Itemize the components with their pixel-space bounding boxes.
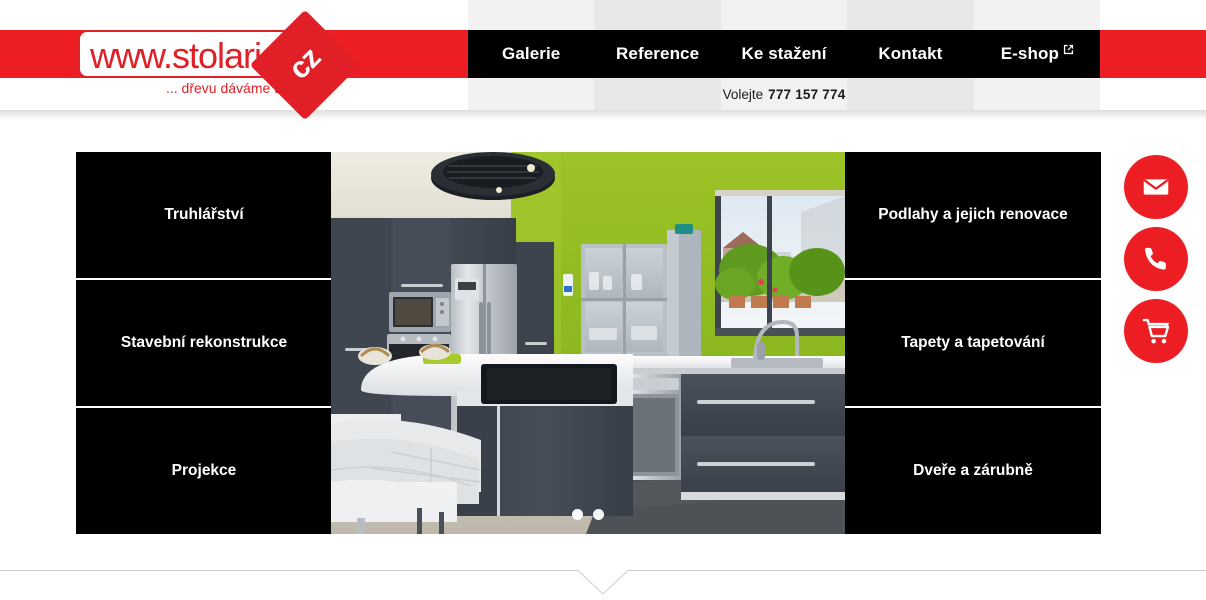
- floating-action-buttons: [1124, 155, 1188, 371]
- nav-item-galerie[interactable]: Galerie: [468, 30, 594, 78]
- service-tile-truhlarstvi[interactable]: Truhlářství: [76, 152, 332, 280]
- slider-dot-2[interactable]: [593, 509, 604, 520]
- nav-item-label: Ke stažení: [741, 44, 827, 63]
- service-tile-label: Tapety a tapetování: [901, 334, 1045, 351]
- email-button[interactable]: [1124, 155, 1188, 219]
- nav-item-label: Reference: [616, 44, 700, 63]
- nav-item-label: E-shop: [1000, 44, 1059, 63]
- nav-item-ke-stazeni[interactable]: Ke stažení: [721, 30, 847, 78]
- service-tile-label: Truhlářství: [164, 206, 244, 223]
- service-tile-label: Podlahy a jejich renovace: [878, 206, 1068, 223]
- logo-tagline: ... dřevu dáváme tvar: [166, 80, 298, 96]
- service-tile-label: Stavební rekonstrukce: [120, 334, 288, 351]
- hero-slider-image[interactable]: [331, 152, 845, 534]
- phone-contact-line: Volejte 777 157 774: [468, 78, 1100, 110]
- slider-dot-1[interactable]: [572, 509, 583, 520]
- nav-item-label: Kontakt: [878, 44, 943, 63]
- service-tile-label: Projekce: [171, 462, 237, 479]
- service-tile-label: Dveře a zárubně: [913, 462, 1033, 479]
- external-link-icon: [1063, 44, 1074, 55]
- service-tiles-left: Truhlářství Stavební rekonstrukce Projek…: [76, 152, 332, 534]
- service-tile-dvere[interactable]: Dveře a zárubně: [845, 408, 1101, 534]
- phone-icon: [1142, 245, 1170, 273]
- call-label: Volejte: [722, 86, 764, 102]
- nav-item-reference[interactable]: Reference: [594, 30, 720, 78]
- site-header: Galerie Reference Ke stažení Kontakt E-s…: [0, 0, 1206, 121]
- hero-section: Truhlářství Stavební rekonstrukce Projek…: [76, 152, 1101, 534]
- nav-item-label: Galerie: [502, 44, 561, 63]
- main-navigation: Galerie Reference Ke stažení Kontakt E-s…: [468, 30, 1100, 78]
- service-tile-projekce[interactable]: Projekce: [76, 408, 332, 534]
- nav-item-eshop[interactable]: E-shop: [974, 30, 1100, 78]
- page-root: Galerie Reference Ke stažení Kontakt E-s…: [0, 0, 1206, 600]
- phone-number[interactable]: 777 157 774: [768, 87, 845, 102]
- email-icon: [1142, 173, 1170, 201]
- phone-button[interactable]: [1124, 227, 1188, 291]
- header-drop-shadow: [0, 110, 1206, 120]
- section-divider-chevron: [0, 570, 1206, 600]
- logo-text: www.stolari.: [90, 35, 271, 76]
- service-tile-tapety[interactable]: Tapety a tapetování: [845, 280, 1101, 408]
- service-tile-podlahy[interactable]: Podlahy a jejich renovace: [845, 152, 1101, 280]
- service-tiles-right: Podlahy a jejich renovace Tapety a tapet…: [845, 152, 1101, 534]
- nav-item-kontakt[interactable]: Kontakt: [847, 30, 973, 78]
- cart-icon: [1142, 317, 1171, 346]
- service-tile-stavebni-rekonstrukce[interactable]: Stavební rekonstrukce: [76, 280, 332, 408]
- site-logo[interactable]: www.stolari. cz ... dřevu dáváme tvar: [78, 9, 361, 121]
- cart-button[interactable]: [1124, 299, 1188, 363]
- slider-dots: [331, 509, 845, 520]
